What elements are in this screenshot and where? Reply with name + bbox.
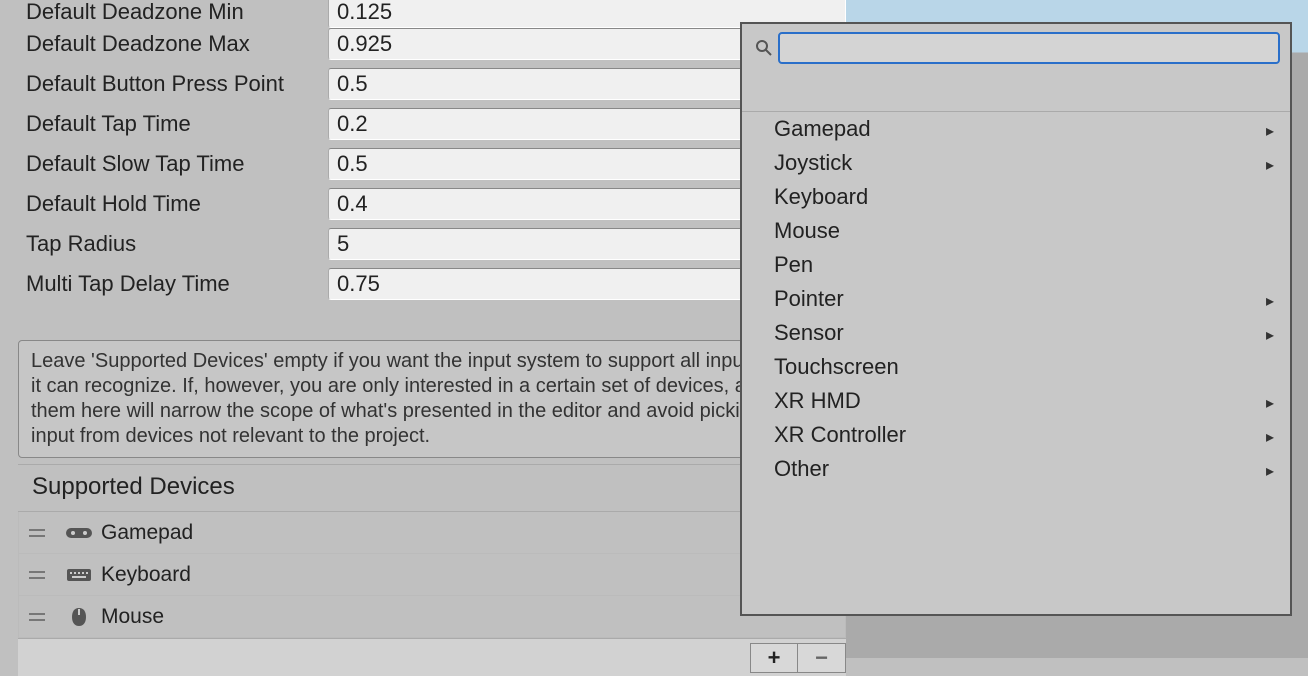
popup-item-label: Pen [774,252,813,278]
popup-item-label: Joystick [774,150,852,176]
field-label: Default Deadzone Min [18,0,328,25]
popup-item-gamepad[interactable]: Gamepad [742,112,1290,146]
search-icon [754,38,774,58]
popup-item-keyboard[interactable]: Keyboard [742,180,1290,214]
field-label: Tap Radius [18,231,328,257]
popup-item-mouse[interactable]: Mouse [742,214,1290,248]
field-row: Default Slow Tap Time [18,144,846,184]
chevron-right-icon [1266,422,1274,448]
field-row: Multi Tap Delay Time [18,264,846,304]
field-row: Default Deadzone Min [18,0,846,24]
chevron-right-icon [1266,320,1274,346]
popup-item-label: Sensor [774,320,844,346]
field-label: Default Deadzone Max [18,31,328,57]
field-label: Default Hold Time [18,191,328,217]
popup-item-label: XR Controller [774,422,906,448]
list-item[interactable]: Keyboard [19,554,845,596]
list-item[interactable]: Gamepad [19,512,845,554]
chevron-right-icon [1266,116,1274,142]
popup-item-pen[interactable]: Pen [742,248,1290,282]
popup-item-touchscreen[interactable]: Touchscreen [742,350,1290,384]
list-item[interactable]: Mouse [19,596,845,638]
popup-item-label: Pointer [774,286,844,312]
supported-devices-header: Supported Devices [18,464,846,512]
popup-item-label: Mouse [774,218,840,244]
chevron-right-icon [1266,150,1274,176]
field-row: Default Button Press Point [18,64,846,104]
popup-item-pointer[interactable]: Pointer [742,282,1290,316]
drag-handle-icon[interactable] [27,613,47,621]
supported-devices-list: Gamepad Keyboard Mouse [18,512,846,639]
list-item-label: Gamepad [101,521,193,545]
list-item-label: Mouse [101,605,164,629]
field-label: Default Tap Time [18,111,328,137]
chevron-right-icon [1266,456,1274,482]
popup-item-xrhmd[interactable]: XR HMD [742,384,1290,418]
popup-item-label: XR HMD [774,388,861,414]
field-row: Default Tap Time [18,104,846,144]
field-row: Default Deadzone Max [18,24,846,64]
keyboard-icon [65,564,93,586]
popup-item-label: Touchscreen [774,354,899,380]
popup-item-label: Gamepad [774,116,871,142]
drag-handle-icon[interactable] [27,529,47,537]
gamepad-icon [65,522,93,544]
popup-list: Gamepad Joystick Keyboard Mouse Pen Poin… [742,112,1290,614]
popup-header-spacer [742,66,1290,112]
drag-handle-icon[interactable] [27,571,47,579]
popup-item-sensor[interactable]: Sensor [742,316,1290,350]
field-label: Default Button Press Point [18,71,328,97]
list-item-label: Keyboard [101,563,191,587]
device-picker-popup: Gamepad Joystick Keyboard Mouse Pen Poin… [740,22,1292,616]
search-row [742,24,1290,66]
field-label: Multi Tap Delay Time [18,271,328,297]
help-box: Leave 'Supported Devices' empty if you w… [18,340,846,458]
popup-item-label: Other [774,456,829,482]
inspector-panel: Default Deadzone Min Default Deadzone Ma… [18,0,846,658]
list-footer: + − [18,638,846,676]
popup-item-joystick[interactable]: Joystick [742,146,1290,180]
field-row: Default Hold Time [18,184,846,224]
chevron-right-icon [1266,388,1274,414]
search-input[interactable] [778,32,1280,64]
field-row: Tap Radius [18,224,846,264]
mouse-icon [65,606,93,628]
popup-item-xrcontroller[interactable]: XR Controller [742,418,1290,452]
field-label: Default Slow Tap Time [18,151,328,177]
popup-item-other[interactable]: Other [742,452,1290,486]
chevron-right-icon [1266,286,1274,312]
popup-item-label: Keyboard [774,184,868,210]
